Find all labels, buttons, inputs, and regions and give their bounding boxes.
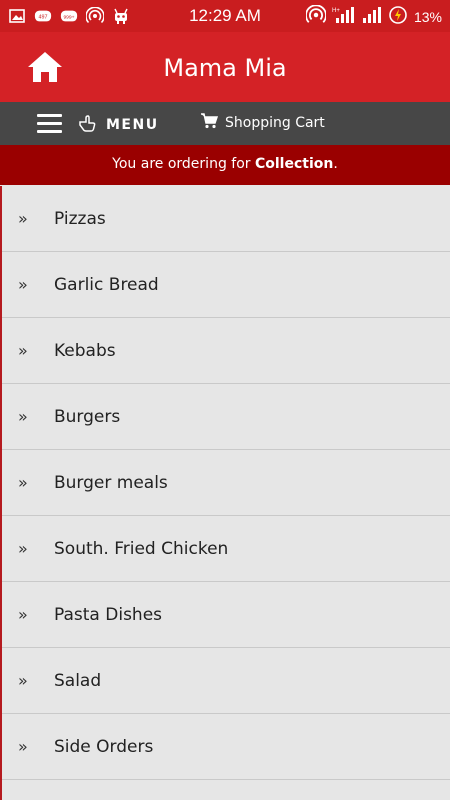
hotspot-icon — [305, 4, 327, 28]
hamburger-line — [37, 114, 62, 117]
category-item-side-orders[interactable]: » Side Orders — [2, 714, 450, 780]
svg-text:H+: H+ — [332, 8, 340, 14]
category-label: Side Orders — [54, 736, 154, 757]
double-chevron-right-icon: » — [18, 473, 28, 492]
app-bar: Mama Mia — [0, 32, 450, 102]
category-list: » Pizzas » Garlic Bread » Kebabs » Burge… — [0, 186, 450, 800]
category-item-pizzas[interactable]: » Pizzas — [2, 186, 450, 252]
pointing-hand-icon — [78, 114, 96, 136]
order-banner-prefix: You are ordering for — [112, 156, 255, 172]
hamburger-menu-button[interactable] — [37, 114, 62, 133]
category-label: Pizzas — [54, 208, 106, 229]
hamburger-line — [37, 130, 62, 133]
category-label: South. Fried Chicken — [54, 538, 229, 559]
category-label: Garlic Bread — [54, 274, 159, 295]
double-chevron-right-icon: » — [18, 275, 28, 294]
menu-label: MENU — [106, 117, 159, 133]
app-title: Mama Mia — [163, 54, 287, 82]
double-chevron-right-icon: » — [18, 341, 28, 360]
double-chevron-right-icon: » — [18, 209, 28, 228]
shopping-cart-label: Shopping Cart — [225, 115, 325, 131]
category-label: Burger meals — [54, 472, 168, 493]
hamburger-line — [37, 122, 62, 125]
signal-icon: H+ — [332, 6, 356, 27]
order-banner-suffix: . — [333, 156, 338, 172]
category-label: Salad — [54, 670, 102, 691]
double-chevron-right-icon: » — [18, 671, 28, 690]
category-item-south-fried-chicken[interactable]: » South. Fried Chicken — [2, 516, 450, 582]
double-chevron-right-icon: » — [18, 407, 28, 426]
shopping-cart-button[interactable]: Shopping Cart — [200, 113, 325, 133]
double-chevron-right-icon: » — [18, 737, 28, 756]
category-label: Burgers — [54, 406, 121, 427]
cart-icon — [200, 113, 219, 133]
category-item-burger-meals[interactable]: » Burger meals — [2, 450, 450, 516]
category-item-burgers[interactable]: » Burgers — [2, 384, 450, 450]
category-item-kebabs[interactable]: » Kebabs — [2, 318, 450, 384]
order-mode-banner: You are ordering for Collection. — [0, 145, 450, 185]
battery-icon — [388, 5, 408, 28]
signal-icon — [362, 6, 382, 27]
nav-bar: MENU Shopping Cart — [0, 102, 450, 145]
battery-percent: 13% — [413, 8, 442, 25]
category-label: Pasta Dishes — [54, 604, 163, 625]
status-bar: 497 999+ 12:29 AM H+ 13% — [0, 0, 450, 32]
category-item-pasta-dishes[interactable]: » Pasta Dishes — [2, 582, 450, 648]
double-chevron-right-icon: » — [18, 539, 28, 558]
order-mode: Collection — [254, 156, 334, 172]
category-item-garlic-bread[interactable]: » Garlic Bread — [2, 252, 450, 318]
category-item-salad[interactable]: » Salad — [2, 648, 450, 714]
category-label: Kebabs — [54, 340, 116, 361]
double-chevron-right-icon: » — [18, 605, 28, 624]
menu-button[interactable]: MENU — [78, 114, 159, 136]
